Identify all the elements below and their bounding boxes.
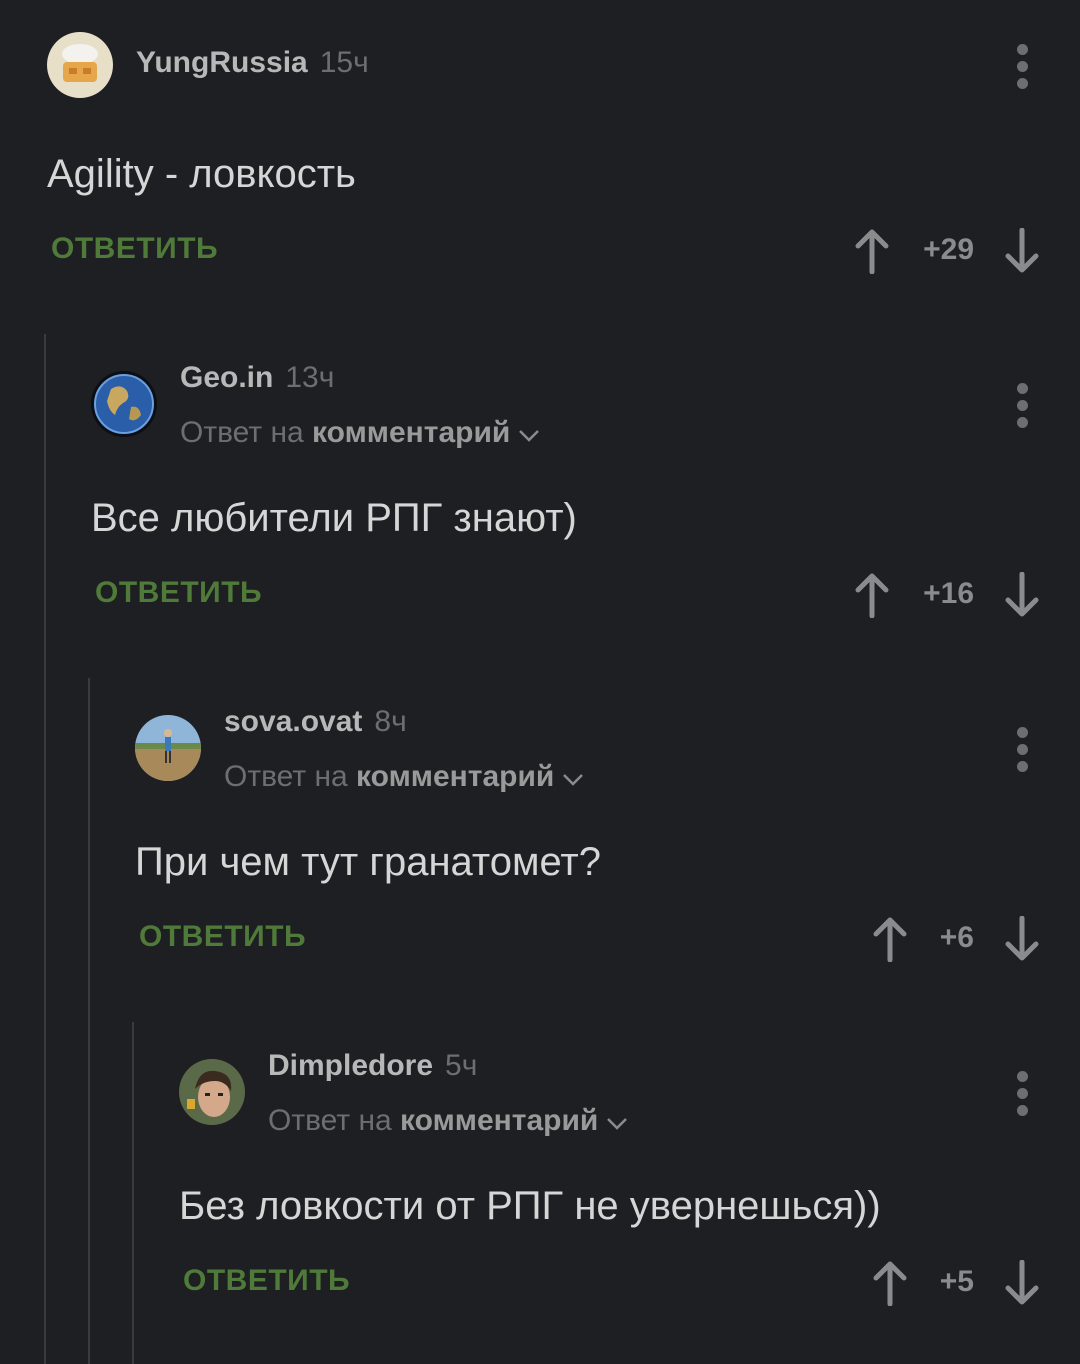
more-options-icon[interactable] bbox=[1014, 44, 1030, 90]
comment-time: 15ч bbox=[319, 46, 369, 79]
author-name[interactable]: sova.ovat bbox=[224, 705, 362, 738]
author-name[interactable]: Dimpledore bbox=[268, 1049, 433, 1082]
thread-line-level-3 bbox=[132, 1022, 134, 1364]
downvote-arrow-icon[interactable] bbox=[1004, 227, 1040, 274]
thread-line-level-1 bbox=[44, 334, 46, 1364]
comment-text: Все любители РПГ знают) bbox=[91, 496, 577, 540]
upvote-arrow-icon[interactable] bbox=[872, 916, 908, 963]
face-photo-avatar[interactable] bbox=[179, 1059, 245, 1125]
reply-to-target[interactable]: комментарий bbox=[356, 760, 554, 793]
comment-time: 13ч bbox=[285, 361, 335, 394]
downvote-arrow-icon[interactable] bbox=[1004, 571, 1040, 618]
earth-globe-avatar[interactable] bbox=[91, 371, 157, 437]
reply-to-prefix: Ответ на bbox=[224, 760, 348, 793]
comment-score: +29 bbox=[923, 233, 974, 266]
reply-to-target[interactable]: комментарий bbox=[312, 416, 510, 449]
comment-author[interactable]: Geo.in 13ч bbox=[180, 361, 334, 395]
chevron-down-icon[interactable] bbox=[518, 417, 540, 451]
more-options-icon[interactable] bbox=[1014, 1071, 1030, 1117]
chevron-down-icon[interactable] bbox=[606, 1105, 628, 1139]
comment-score: +16 bbox=[923, 577, 974, 610]
comment-author[interactable]: Dimpledore 5ч bbox=[268, 1049, 477, 1083]
reply-to-target[interactable]: комментарий bbox=[400, 1104, 598, 1137]
comment-score: +6 bbox=[939, 921, 974, 954]
comment-author[interactable]: sova.ovat 8ч bbox=[224, 705, 407, 739]
chevron-down-icon[interactable] bbox=[562, 761, 584, 795]
person-in-field-avatar[interactable] bbox=[135, 715, 201, 781]
thread-line-level-2 bbox=[88, 678, 90, 1364]
reply-to-link[interactable]: Ответ на комментарий bbox=[224, 760, 584, 795]
reply-to-link[interactable]: Ответ на комментарий bbox=[268, 1104, 628, 1139]
comment-text: Без ловкости от РПГ не увернешься)) bbox=[179, 1184, 881, 1228]
reply-to-prefix: Ответ на bbox=[268, 1104, 392, 1137]
comment-text: При чем тут гранатомет? bbox=[135, 840, 601, 884]
comment-text: Agility - ловкость bbox=[47, 152, 356, 196]
reply-button[interactable]: ОТВЕТИТЬ bbox=[183, 1264, 350, 1298]
reply-to-link[interactable]: Ответ на комментарий bbox=[180, 416, 540, 451]
reply-button[interactable]: ОТВЕТИТЬ bbox=[51, 232, 218, 266]
upvote-arrow-icon[interactable] bbox=[872, 1260, 908, 1307]
reply-to-prefix: Ответ на bbox=[180, 416, 304, 449]
downvote-arrow-icon[interactable] bbox=[1004, 915, 1040, 962]
reply-button[interactable]: ОТВЕТИТЬ bbox=[139, 920, 306, 954]
author-name[interactable]: Geo.in bbox=[180, 361, 273, 394]
comment-score: +5 bbox=[939, 1265, 974, 1298]
downvote-arrow-icon[interactable] bbox=[1004, 1259, 1040, 1306]
upvote-arrow-icon[interactable] bbox=[854, 228, 890, 275]
comment-time: 8ч bbox=[374, 705, 407, 738]
chef-hat-avatar[interactable] bbox=[47, 32, 113, 98]
comment-time: 5ч bbox=[445, 1049, 478, 1082]
reply-button[interactable]: ОТВЕТИТЬ bbox=[95, 576, 262, 610]
more-options-icon[interactable] bbox=[1014, 727, 1030, 773]
more-options-icon[interactable] bbox=[1014, 383, 1030, 429]
comment-author[interactable]: YungRussia 15ч bbox=[136, 46, 369, 80]
upvote-arrow-icon[interactable] bbox=[854, 572, 890, 619]
author-name[interactable]: YungRussia bbox=[136, 46, 308, 79]
